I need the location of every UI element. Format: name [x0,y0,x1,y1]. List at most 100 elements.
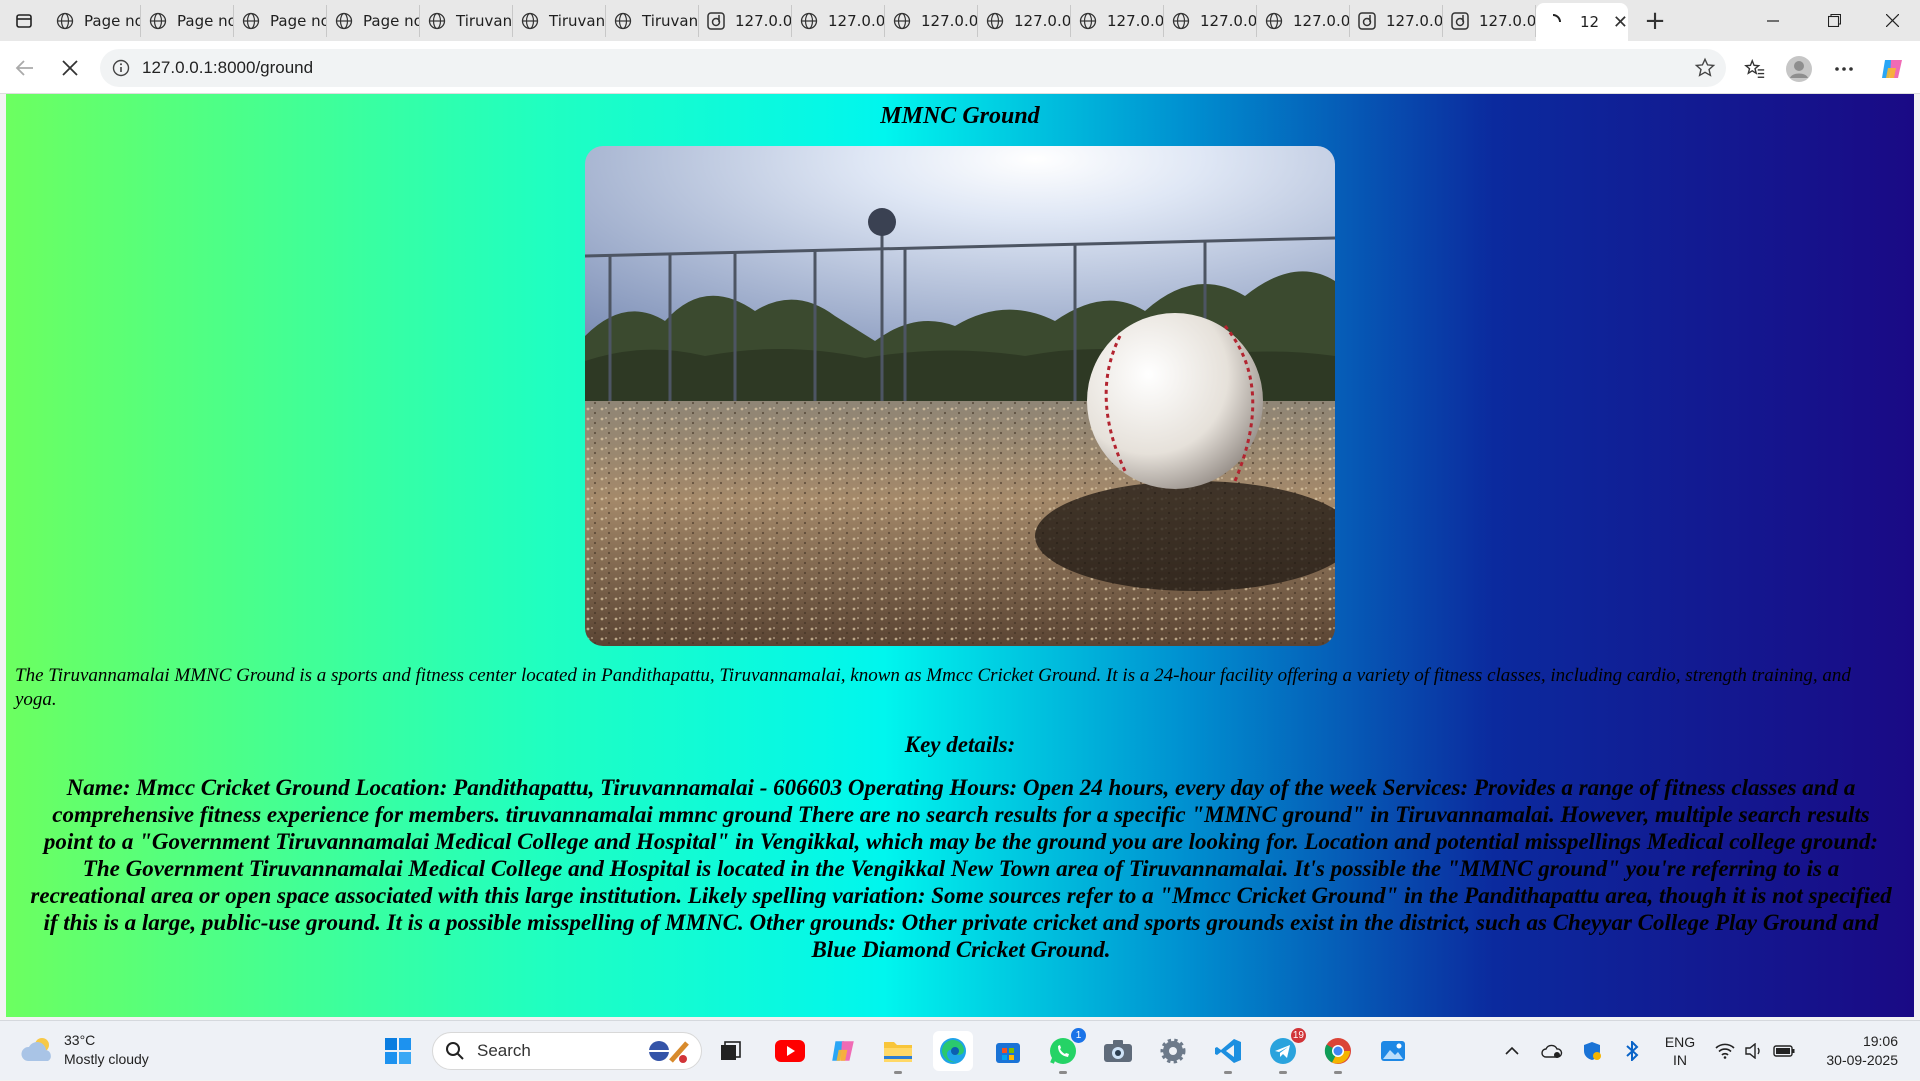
youtube-icon [775,1040,805,1062]
taskbar-search-input[interactable]: Search [432,1032,702,1070]
copilot-button[interactable] [1875,52,1909,86]
clock-time: 19:06 [1862,1033,1898,1049]
tab-label: Page not found [84,11,140,30]
browser-tab[interactable]: Page not found [141,4,234,37]
browser-tab[interactable]: Page not found [234,4,327,37]
copilot-icon [1882,60,1902,78]
back-arrow-icon [15,60,33,76]
microsoft-store-app[interactable] [988,1031,1028,1071]
edge-app[interactable] [933,1031,973,1071]
task-view-icon [721,1041,741,1060]
browser-tab[interactable]: 127.0.0.1 [1443,4,1536,37]
close-window-button[interactable] [1864,0,1920,41]
clock-date: 30-09-2025 [1826,1052,1898,1068]
onedrive-tray[interactable] [1540,1021,1564,1081]
telegram-badge: 19 [1290,1028,1306,1043]
browser-tab[interactable]: Tiruvannamalai [606,4,699,37]
whatsapp-app[interactable]: 1 [1043,1028,1086,1074]
camera-icon [1104,1040,1132,1062]
cloudy-weather-icon [21,1038,51,1061]
tab-label: 127.0.0.1 [1107,11,1164,30]
active-tab-label: 12 [1580,13,1600,31]
avatar-icon [1786,56,1812,82]
tab-actions-button[interactable] [0,0,48,41]
browser-tab[interactable]: Tiruvannamalai [513,4,606,37]
tab-label: Page not found [363,11,419,30]
region-code: IN [1673,1052,1687,1068]
django-icon [1451,11,1469,30]
task-view-button[interactable] [710,1031,750,1071]
copilot-app[interactable] [823,1031,863,1071]
django-icon [1358,11,1376,30]
site-info-icon[interactable] [112,59,130,77]
browser-tab[interactable]: 127.0.0.1 [978,4,1071,37]
browser-tab[interactable]: 127.0.0.1 [1350,4,1443,37]
store-icon [996,1043,1020,1063]
settings-app[interactable] [1153,1031,1193,1071]
globe-icon [149,12,167,29]
file-explorer-app[interactable] [878,1031,918,1074]
search-highlight-cricket-icon [649,1041,689,1063]
address-input[interactable]: 127.0.0.1:8000/ground [100,49,1726,87]
globe-icon [56,12,74,29]
browser-tab[interactable]: 127.0.0.1 [1071,4,1164,37]
gear-icon [1160,1038,1186,1064]
chrome-app[interactable] [1318,1031,1358,1074]
browser-tab[interactable]: 127.0.0.1 [885,4,978,37]
start-button[interactable] [378,1031,418,1071]
folder-icon [884,1042,912,1062]
weather-temperature: 33°C [64,1032,96,1048]
stop-loading-button[interactable] [50,48,90,88]
language-indicator[interactable]: ENG IN [1660,1021,1700,1081]
globe-icon [893,12,911,29]
browser-tab[interactable]: 127.0.0.1 [792,4,885,37]
chevron-up-icon [1505,1046,1519,1055]
photos-app[interactable] [1373,1031,1413,1071]
language-code: ENG [1664,1034,1696,1050]
favorites-button[interactable] [1738,52,1772,86]
quick-settings-button[interactable] [1715,1021,1795,1081]
show-hidden-icons-button[interactable] [1500,1021,1524,1081]
browser-tab[interactable]: 127.0.0.1 [699,4,792,37]
tab-strip: Page not found Page not found Page not fou… [0,0,1920,41]
active-tab[interactable]: 12 ✕ [1536,3,1628,41]
clock[interactable]: 19:06 30-09-2025 [1826,1032,1898,1070]
search-icon [446,1042,464,1060]
vscode-icon [1215,1039,1241,1063]
browser-tab[interactable]: Page not found [48,4,141,37]
weather-description: Mostly cloudy [64,1051,149,1067]
browser-tab[interactable]: 127.0.0.1 [1164,4,1257,37]
intro-paragraph: The Tiruvannamalai MMNC Ground is a spor… [15,665,1851,710]
weather-widget[interactable]: 33°C Mostly cloudy [20,1031,149,1069]
bluetooth-tray[interactable] [1620,1021,1644,1081]
restore-button[interactable] [1806,0,1862,41]
search-placeholder: Search [477,1041,531,1060]
globe-icon [800,12,818,29]
vscode-app[interactable] [1208,1031,1248,1074]
tab-label: 127.0.0.1 [1293,11,1350,30]
close-tab-icon[interactable]: ✕ [1613,12,1628,33]
profile-button[interactable] [1782,52,1816,86]
tab-label: Tiruvannamalai [642,11,699,30]
cloud-sync-icon [1541,1044,1563,1058]
tab-label: Page not found [177,11,233,30]
browser-tab[interactable]: Tiruvannamalai [420,4,513,37]
settings-more-button[interactable] [1827,52,1861,86]
django-icon [707,11,725,30]
browser-tab[interactable]: Page not found [327,4,420,37]
minimize-button[interactable] [1745,0,1801,41]
back-button[interactable] [5,48,45,88]
camera-app[interactable] [1098,1031,1138,1071]
globe-icon [986,12,1004,29]
youtube-app[interactable] [770,1031,810,1071]
tab-label: 127.0.0.1 [735,11,792,30]
close-icon [1885,14,1899,27]
new-tab-button[interactable]: + [1634,5,1676,37]
defender-tray[interactable] [1580,1021,1604,1081]
chrome-icon [1324,1038,1351,1064]
loading-spinner-icon [1552,14,1561,23]
telegram-app[interactable]: 19 [1263,1028,1306,1074]
favorite-star-icon[interactable] [1694,57,1716,79]
browser-tab[interactable]: 127.0.0.1 [1257,4,1350,37]
page-title: MMNC Ground [880,103,1040,129]
